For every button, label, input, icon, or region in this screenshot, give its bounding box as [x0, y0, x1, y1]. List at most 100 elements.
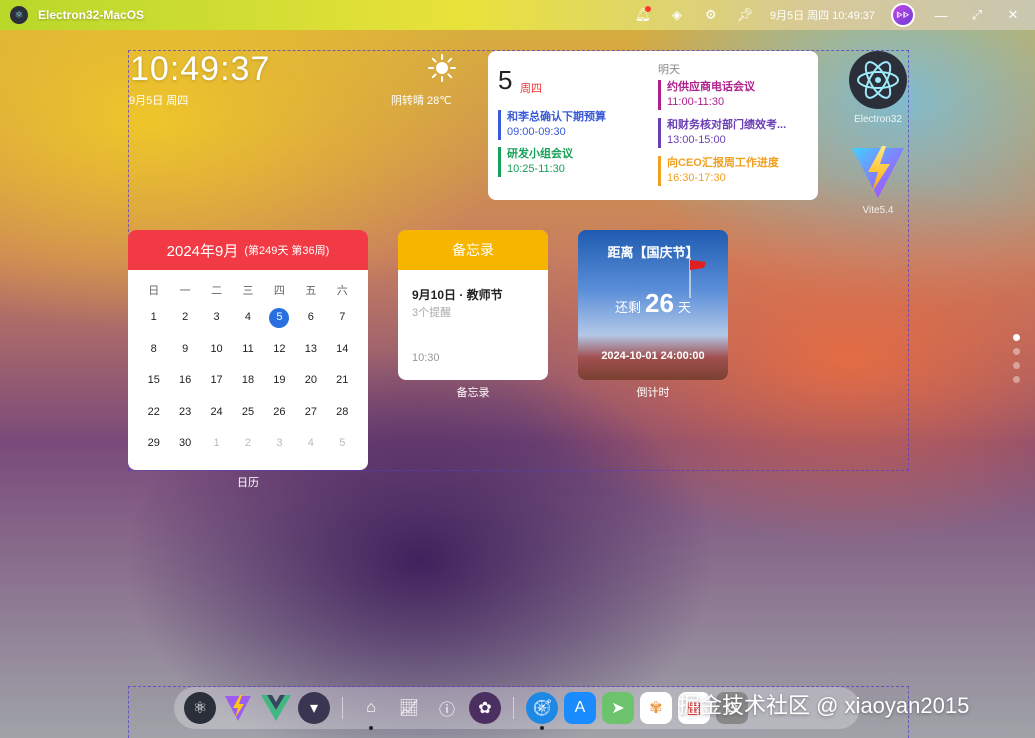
calendar-weekday-header: 五 — [305, 285, 317, 297]
minimize-icon[interactable]: — — [931, 8, 951, 23]
event-time: 11:00-11:30 — [667, 96, 725, 108]
calendar-day[interactable]: 24 — [201, 397, 232, 429]
vue-icon[interactable] — [260, 692, 292, 724]
calendar-day[interactable]: 3 — [264, 428, 295, 460]
avatar[interactable]: ᐈᐈ — [891, 3, 915, 27]
schedule-event[interactable]: 研发小组会议 10:25-11:30 — [498, 147, 573, 177]
calendar-day[interactable]: 5 — [327, 428, 358, 460]
dock-separator — [513, 697, 514, 719]
calendar-day[interactable]: 6 — [295, 302, 326, 334]
calendar-widget[interactable]: 2024年9月 (第249天 第36周) 日一二三四五六 1 2 3 4 5 6 7 8 9 10 1… — [128, 230, 368, 470]
app-logo-icon: ⚛ — [10, 6, 28, 24]
calendar-day[interactable]: 1 — [138, 302, 169, 334]
running-indicator — [540, 726, 544, 730]
pin-icon[interactable]: 📌︎ — [736, 6, 754, 24]
schedule-event[interactable]: 和财务核对部门绩效考... 13:00-15:00 — [658, 118, 786, 148]
calendar-weekday-header: 日 — [148, 285, 160, 297]
schedule-weekday: 周四 — [520, 83, 542, 95]
calendar-day[interactable]: 29 — [138, 428, 169, 460]
calendar-day[interactable]: 4 — [232, 302, 263, 334]
calendar-day[interactable]: 16 — [169, 365, 200, 397]
app-title: Electron32-MacOS — [38, 8, 145, 22]
page-dot[interactable] — [1013, 334, 1020, 341]
event-title: 和财务核对部门绩效考... — [667, 119, 787, 131]
event-title: 约供应商电话会议 — [667, 81, 755, 93]
schedule-event[interactable]: 和李总确认下期预算 09:00-09:30 — [498, 110, 606, 140]
vite-icon[interactable] — [848, 142, 908, 202]
chart-icon[interactable]: 📈︎ — [393, 692, 425, 724]
calendar-weekday-header: 三 — [242, 285, 254, 297]
calendar-day[interactable]: 10 — [201, 334, 232, 366]
info-icon[interactable]: ⓘ — [431, 692, 463, 724]
palette-icon[interactable]: ✿ — [469, 692, 501, 724]
bell-icon[interactable]: 🔔︎ — [634, 6, 652, 24]
page-dot[interactable] — [1013, 376, 1020, 383]
calendar-day[interactable]: 2 — [232, 428, 263, 460]
app-label-electron: Electron32 — [854, 114, 902, 125]
event-time: 13:00-15:00 — [667, 134, 726, 146]
schedule-event[interactable]: 约供应商电话会议 11:00-11:30 — [658, 80, 755, 110]
calendar-day[interactable]: 7 — [327, 302, 358, 334]
skin-icon[interactable]: ◈ — [668, 6, 686, 24]
electron-icon[interactable] — [848, 50, 908, 110]
calendar-day[interactable]: 3 — [201, 302, 232, 334]
calendar-day[interactable]: 19 — [264, 365, 295, 397]
safari-icon[interactable]: 🧭︎ — [526, 692, 558, 730]
event-title: 向CEO汇报周工作进度 — [667, 157, 779, 169]
settings-icon[interactable]: ⚙ — [702, 6, 720, 24]
calendar-day[interactable]: 4 — [295, 428, 326, 460]
calendar-day[interactable]: 1 — [201, 428, 232, 460]
calendar-day[interactable]: 9 — [169, 334, 200, 366]
calendar-day[interactable]: 20 — [295, 365, 326, 397]
calendar-day[interactable]: 22 — [138, 397, 169, 429]
countdown-days: 26 — [645, 288, 674, 318]
calendar-day[interactable]: 23 — [169, 397, 200, 429]
calendar-day[interactable]: 12 — [264, 334, 295, 366]
memo-title: 9月10日 · 教师节 — [412, 288, 503, 302]
calendar-day[interactable]: 28 — [327, 397, 358, 429]
calendar-weekday-header: 一 — [179, 285, 191, 297]
vite-icon[interactable] — [222, 692, 254, 724]
flag-icon — [689, 258, 706, 298]
calendar-label: 日历 — [237, 477, 259, 489]
schedule-widget[interactable]: 5 周四 和李总确认下期预算 09:00-09:30 研发小组会议 10:25-… — [488, 51, 818, 200]
calendar-day[interactable]: 27 — [295, 397, 326, 429]
calendar-day[interactable]: 2 — [169, 302, 200, 334]
weather-text: 阴转晴 28℃ — [391, 95, 452, 107]
calendar-day[interactable]: 8 — [138, 334, 169, 366]
calendar-day[interactable]: 15 — [138, 365, 169, 397]
calendar-day[interactable]: 11 — [232, 334, 263, 366]
maps-icon[interactable]: ➤ — [602, 692, 634, 724]
calendar-day[interactable]: 17 — [201, 365, 232, 397]
calendar-day[interactable]: 30 — [169, 428, 200, 460]
memo-label: 备忘录 — [456, 387, 490, 399]
event-title: 研发小组会议 — [507, 148, 573, 160]
event-time: 16:30-17:30 — [667, 172, 726, 184]
calendar-grid: 日一二三四五六 1 2 3 4 5 6 7 8 9 10 11 12 13 14 15 16 17 18 19 20 21… — [128, 270, 368, 460]
calendar-subtitle: (第249天 第36周) — [244, 245, 330, 257]
calendar-day[interactable]: 26 — [264, 397, 295, 429]
calendar-day[interactable]: 21 — [327, 365, 358, 397]
calendar-day[interactable]: 5 — [264, 302, 295, 334]
sun-icon — [428, 54, 456, 82]
calendar-day[interactable]: 18 — [232, 365, 263, 397]
photos-icon[interactable]: ✾ — [640, 692, 672, 724]
calendar-day[interactable]: 13 — [295, 334, 326, 366]
countdown-label: 倒计时 — [636, 387, 670, 399]
schedule-event[interactable]: 向CEO汇报周工作进度 16:30-17:30 — [658, 156, 779, 186]
vcode-icon[interactable]: ▾ — [298, 692, 330, 724]
close-icon[interactable]: ✕ — [1003, 7, 1023, 23]
electron-icon[interactable]: ⚛ — [184, 692, 216, 724]
calendar-day[interactable]: 14 — [327, 334, 358, 366]
memo-widget[interactable]: 备忘录 9月10日 · 教师节 3个提醒 10:30 — [398, 230, 548, 380]
running-indicator — [369, 726, 373, 730]
maximize-icon[interactable]: ⤢ — [967, 7, 987, 23]
appstore-icon[interactable]: A — [564, 692, 596, 724]
home-icon[interactable]: ⌂ — [355, 692, 387, 730]
calendar-weekday-header: 四 — [273, 285, 285, 297]
calendar-day[interactable]: 25 — [232, 397, 263, 429]
countdown-widget[interactable]: 距离【国庆节】 还剩 26 天 2024-10-01 24:00:00 — [578, 230, 728, 380]
countdown-target-date: 2024-10-01 24:00:00 — [601, 350, 705, 362]
page-dot[interactable] — [1013, 362, 1020, 369]
page-dot[interactable] — [1013, 348, 1020, 355]
